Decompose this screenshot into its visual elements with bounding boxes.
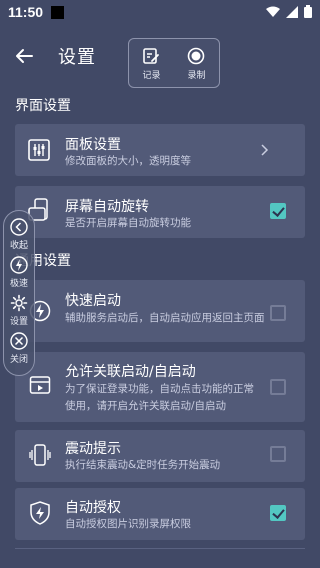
status-bar: 11:50 [0,0,320,24]
back-arrow-icon [16,49,33,63]
sidebar-item-close[interactable]: 关闭 [10,332,28,365]
card-auto-authorization[interactable]: 自动授权 自动授权图片识别录屏权限 [15,488,305,540]
battery-icon [304,5,312,18]
header: 设置 记录 录制 [0,24,320,90]
back-button[interactable] [10,42,38,70]
sidebar-label: 关闭 [9,355,28,365]
card-title: 快速启动 [65,293,121,309]
card-title: 允许关联启动/自启动 [65,364,196,380]
screen-record-button[interactable]: 录制 [187,47,206,81]
close-icon [10,332,28,350]
sidebar-item-settings[interactable]: 设置 [10,294,28,327]
sidebar-label: 收起 [9,241,28,251]
sidebar-label: 极速 [9,279,28,289]
card-desc: 自动授权图片识别录屏权限 [65,518,191,530]
notification-icon [51,5,65,19]
associated-launch-checkbox[interactable] [270,379,286,395]
card-title: 面板设置 [65,137,121,153]
card-auto-rotate[interactable]: 屏幕自动旋转 是否开启屏幕自动旋转功能 [15,186,305,238]
sidebar-item-turbo[interactable]: 极速 [10,256,28,289]
auto-rotate-checkbox[interactable] [270,203,286,219]
card-associated-launch[interactable]: 允许关联启动/自启动 为了保证登录功能，自动点击功能的正常使用，请开启允许关联启… [15,352,305,422]
record-icon [188,47,205,65]
quick-launch-checkbox[interactable] [270,305,286,321]
card-title: 屏幕自动旋转 [65,199,149,215]
page-title: 设置 [58,47,96,68]
status-time: 11:50 [8,4,44,20]
card-vibration[interactable]: 震动提示 执行结束震动&定时任务开始震动 [15,430,305,482]
chevron-right-icon [261,144,269,156]
sidebar-label: 设置 [9,317,28,327]
vibration-checkbox[interactable] [270,446,286,462]
screen-record-label: 录制 [187,71,206,81]
card-quick-launch[interactable]: 快速启动 辅助服务启动后，自动启动应用返回主页面 [15,280,305,342]
vibrate-icon [29,444,51,466]
wifi-icon [266,6,280,17]
shield-lightning-icon [30,501,50,525]
gear-icon [10,294,28,312]
record-log-label: 记录 [142,71,161,81]
floating-sidebar: 收起 极速 设置 关闭 [3,210,35,376]
divider [15,548,305,549]
section-title-ui: 界面设置 [15,98,71,114]
record-log-button[interactable]: 记录 [142,47,161,81]
signal-icon [286,5,298,18]
sliders-icon [28,139,50,161]
card-desc: 修改面板的大小，透明度等 [65,155,191,167]
lightning-icon [10,256,28,274]
card-panel-settings[interactable]: 面板设置 修改面板的大小，透明度等 [15,124,305,176]
card-title: 震动提示 [65,441,121,457]
card-title: 自动授权 [65,500,121,516]
float-toolbar: 记录 录制 [128,38,220,88]
status-icons [266,5,312,18]
card-desc: 为了保证登录功能，自动点击功能的正常使用，请开启允许关联启动/自启动 [65,383,254,412]
app-launch-icon [29,376,51,394]
collapse-icon [10,218,28,236]
edit-note-icon [143,48,160,64]
sidebar-item-collapse[interactable]: 收起 [10,218,28,251]
card-desc: 是否开启屏幕自动旋转功能 [65,217,191,229]
card-desc: 辅助服务启动后，自动启动应用返回主页面 [65,312,265,324]
card-desc: 执行结束震动&定时任务开始震动 [65,459,221,471]
auto-authorization-checkbox[interactable] [270,505,286,521]
